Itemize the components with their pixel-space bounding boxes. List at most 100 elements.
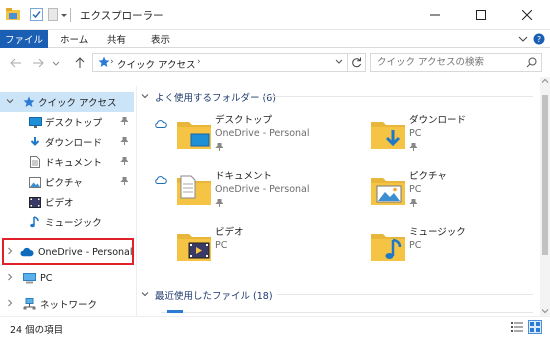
folder-name: ビデオ: [215, 227, 244, 238]
ribbon-expand-button[interactable]: [516, 33, 530, 45]
folder-location: PC: [409, 184, 422, 195]
checkbox-icon[interactable]: [30, 8, 44, 21]
folder-tile-downloads[interactable]: ダウンロード PC: [335, 108, 525, 164]
title-separator: [70, 8, 71, 22]
address-bar[interactable]: › クイック アクセス ›: [92, 53, 348, 72]
quick-access-dropdown-icon[interactable]: [60, 8, 68, 21]
chevron-right-icon[interactable]: [6, 299, 14, 309]
folder-tile-videos[interactable]: ビデオ PC: [141, 220, 331, 276]
help-icon: ?: [533, 33, 545, 45]
folder-icon[interactable]: [6, 8, 20, 21]
chevron-down-icon: [52, 61, 60, 66]
tab-view[interactable]: 表示: [151, 30, 170, 48]
pin-icon: [409, 198, 418, 209]
nav-item-desktop[interactable]: デスクトップ: [0, 112, 134, 132]
minimize-icon: [430, 14, 440, 16]
folder-tile-pictures[interactable]: ピクチャ PC: [335, 164, 525, 220]
desktop-icon: [28, 115, 42, 129]
address-row: › クイック アクセス ›: [0, 49, 550, 77]
group-header-frequent[interactable]: よく使用するフォルダー (6): [141, 90, 276, 104]
forward-button[interactable]: [30, 55, 46, 71]
folder-tile-music[interactable]: ミュージック PC: [335, 220, 525, 276]
chevron-down-icon[interactable]: [141, 290, 149, 300]
folder-location: PC: [409, 240, 422, 251]
nav-label: PC: [40, 272, 53, 284]
refresh-icon: [352, 57, 361, 68]
maximize-button[interactable]: [458, 0, 504, 30]
breadcrumb-chevron-icon: ›: [110, 57, 114, 67]
pin-icon[interactable]: [120, 116, 129, 127]
search-icon[interactable]: [526, 57, 537, 71]
details-view-icon: [511, 322, 523, 332]
vertical-scrollbar[interactable]: [540, 77, 550, 317]
group-header-recent[interactable]: 最近使用したファイル (18): [141, 288, 273, 302]
nav-label: ドキュメント: [45, 158, 103, 169]
nav-label: ビデオ: [45, 198, 74, 209]
status-bar: 24 個の項目: [0, 316, 550, 337]
nav-item-pictures[interactable]: ピクチャ: [0, 172, 134, 192]
chevron-down-icon[interactable]: [141, 92, 149, 102]
breadcrumb-quick-access[interactable]: クイック アクセス: [117, 57, 196, 71]
folder-documents-icon: [175, 170, 215, 210]
svg-text:?: ?: [537, 35, 541, 44]
chevron-down-icon[interactable]: [6, 97, 14, 107]
pin-icon[interactable]: [120, 136, 129, 147]
breadcrumb-chevron-icon[interactable]: ›: [197, 57, 201, 67]
folder-location: OneDrive - Personal: [215, 184, 310, 195]
details-view-button[interactable]: [510, 320, 524, 334]
tiles-view-icon: [530, 322, 540, 332]
nav-item-music[interactable]: ミュージック: [0, 212, 134, 232]
chevron-right-icon[interactable]: [6, 273, 14, 283]
close-icon: [522, 10, 532, 20]
video-icon: [28, 195, 42, 209]
nav-item-network[interactable]: ネットワーク: [0, 294, 134, 314]
nav-item-downloads[interactable]: ダウンロード: [0, 132, 134, 152]
tab-share[interactable]: 共有: [107, 30, 126, 48]
pin-icon: [409, 142, 418, 153]
scroll-up-icon[interactable]: [540, 77, 550, 87]
nav-item-quick-access[interactable]: クイック アクセス: [0, 92, 134, 112]
help-button[interactable]: ?: [532, 33, 546, 45]
content-pane: よく使用するフォルダー (6) デスクトップ OneDrive - Person…: [137, 86, 540, 316]
recent-locations-button[interactable]: [50, 55, 62, 71]
minimize-button[interactable]: [412, 0, 458, 30]
tab-home[interactable]: ホーム: [60, 30, 88, 48]
group-header-label: 最近使用したファイル (18): [155, 291, 273, 302]
back-button[interactable]: [8, 55, 24, 71]
close-button[interactable]: [504, 0, 550, 30]
cloud-icon: [155, 120, 167, 131]
nav-item-pc[interactable]: PC: [0, 268, 134, 288]
nav-item-documents[interactable]: ドキュメント: [0, 152, 134, 172]
folder-videos-icon: [175, 226, 215, 266]
chevron-down-icon: [518, 36, 528, 42]
pin-icon[interactable]: [120, 156, 129, 167]
refresh-button[interactable]: [348, 53, 366, 72]
recent-list-divider: [161, 312, 533, 313]
group-header-label: よく使用するフォルダー (6): [155, 93, 276, 104]
folder-tile-documents[interactable]: ドキュメント OneDrive - Personal: [141, 164, 331, 220]
folder-tile-desktop[interactable]: デスクトップ OneDrive - Personal: [141, 108, 331, 164]
folder-location: OneDrive - Personal: [215, 128, 310, 139]
tiles-view-button[interactable]: [528, 320, 542, 334]
arrow-up-icon: [75, 57, 85, 68]
folder-pictures-icon: [369, 170, 409, 210]
search-input[interactable]: [371, 54, 521, 71]
folder-name: デスクトップ: [215, 115, 273, 126]
up-button[interactable]: [72, 55, 88, 71]
nav-label: ダウンロード: [45, 138, 103, 149]
pin-icon[interactable]: [120, 176, 129, 187]
search-box[interactable]: [370, 53, 542, 72]
folder-name: ピクチャ: [409, 171, 447, 182]
cloud-icon: [155, 176, 167, 187]
scrollbar-thumb[interactable]: [542, 95, 548, 255]
nav-label: デスクトップ: [45, 118, 103, 129]
folder-name: ミュージック: [409, 227, 466, 238]
group-divider: [277, 294, 533, 295]
tab-file[interactable]: ファイル: [0, 30, 48, 48]
nav-item-videos[interactable]: ビデオ: [0, 192, 134, 212]
picture-icon: [28, 175, 42, 189]
folder-music-icon: [369, 226, 409, 266]
folder-name: ダウンロード: [409, 115, 467, 126]
address-dropdown-icon[interactable]: [335, 57, 343, 68]
arrow-left-icon: [10, 58, 21, 68]
